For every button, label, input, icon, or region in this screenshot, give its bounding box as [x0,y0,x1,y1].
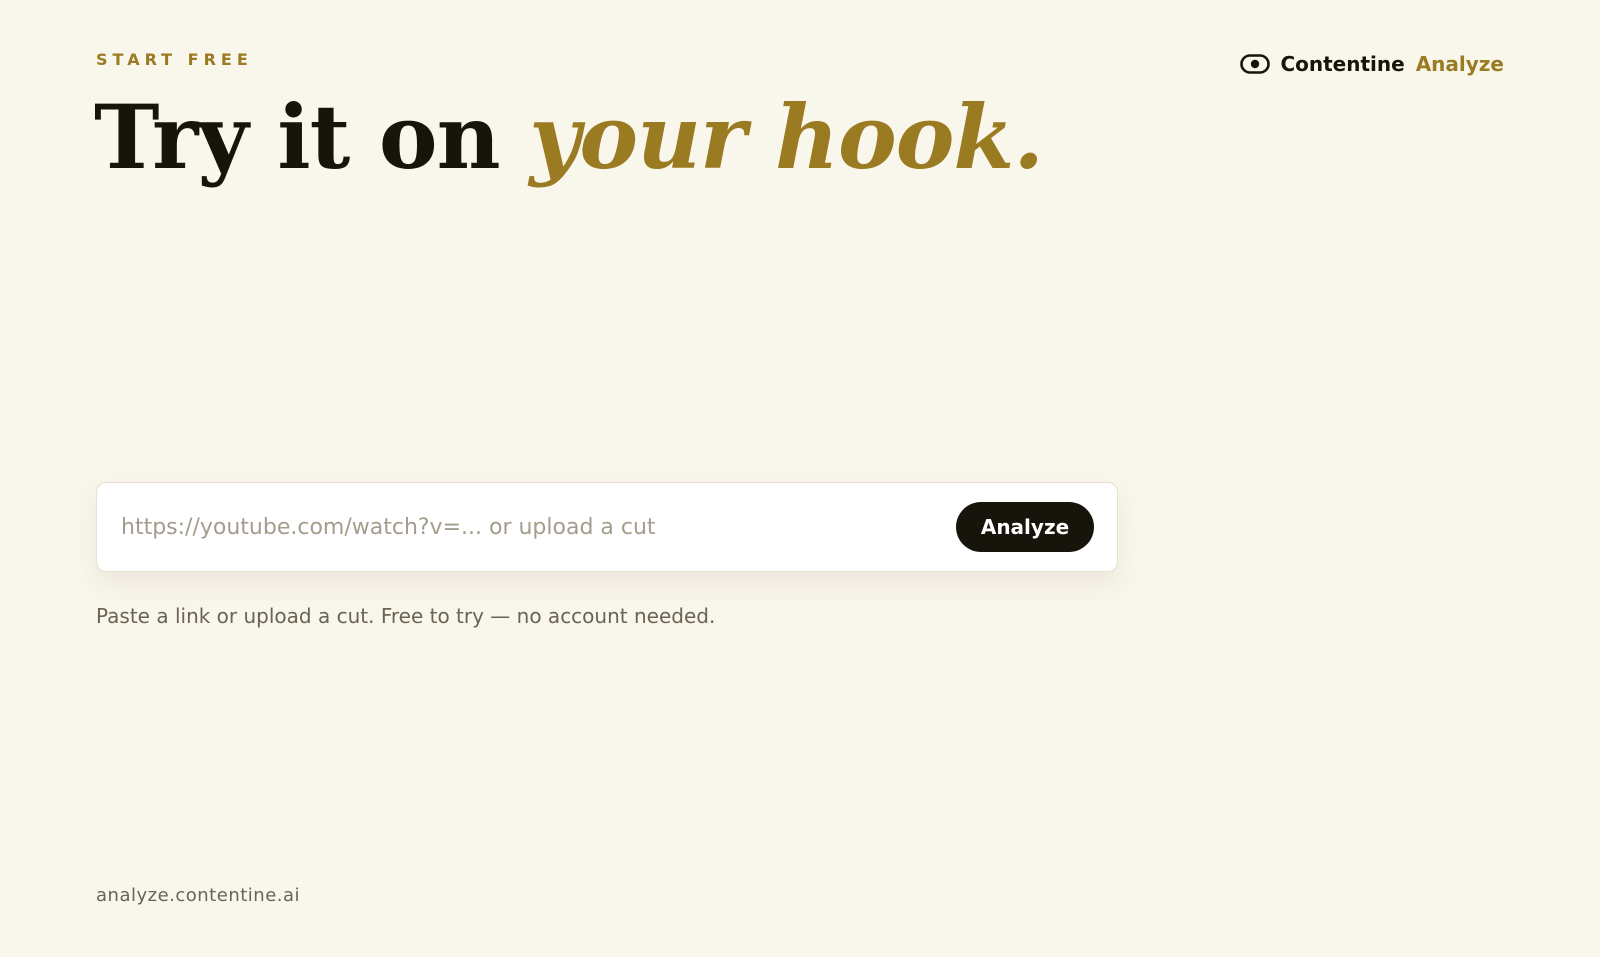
url-input[interactable] [121,507,956,547]
helper-text: Paste a link or upload a cut. Free to tr… [96,604,716,628]
headline-main: Try it on [94,85,530,189]
footer-domain: analyze.contentine.ai [96,885,301,906]
headline-accent: your hook. [529,85,1044,189]
brand-logo[interactable]: Contentine Analyze [1240,50,1504,78]
brand-product: Analyze [1415,52,1504,76]
eye-icon [1240,54,1271,74]
brand-name: Contentine [1280,52,1405,76]
eye-icon-graphic [1240,54,1271,74]
page-title: Try it on your hook. [94,82,1044,192]
url-input-card: Analyze [96,482,1118,572]
eyebrow-label: START FREE [96,50,253,69]
analyze-button[interactable]: Analyze [956,502,1094,552]
